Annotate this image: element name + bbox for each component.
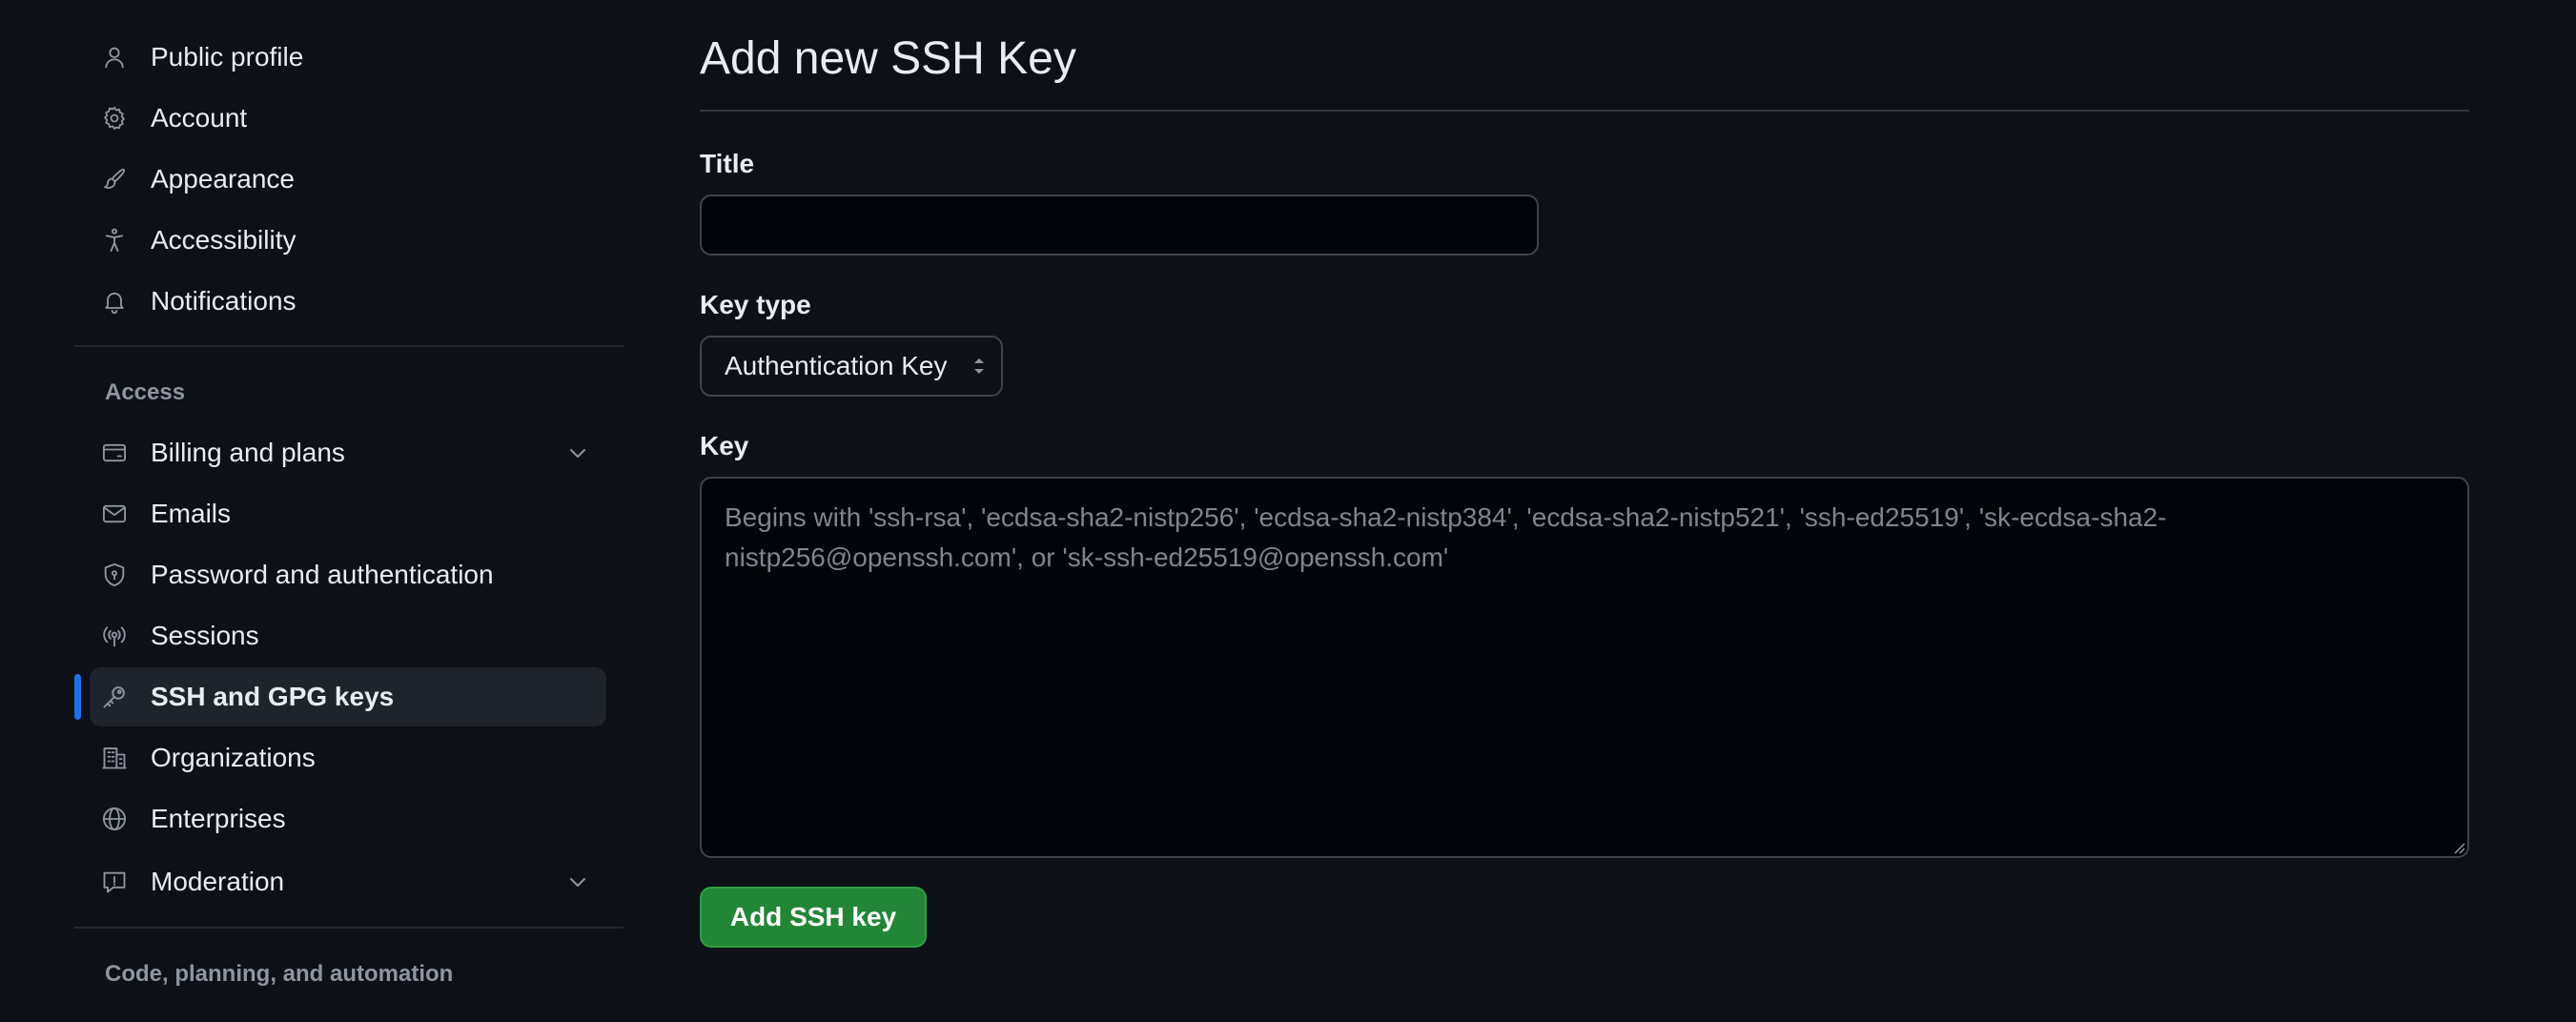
shield-lock-icon (101, 562, 128, 588)
sidebar-divider (74, 927, 624, 929)
title-input[interactable] (700, 194, 1539, 256)
sidebar-item-label: Moderation (151, 867, 285, 896)
key-textarea[interactable]: Begins with 'ssh-rsa', 'ecdsa-sha2-nistp… (700, 477, 2469, 858)
chevron-down-icon[interactable] (566, 870, 589, 893)
sidebar-item-appearance[interactable]: Appearance (90, 150, 606, 209)
bell-icon (101, 288, 128, 315)
person-icon (101, 44, 128, 71)
sidebar-item-account[interactable]: Account (90, 89, 606, 148)
sidebar-item-notifications[interactable]: Notifications (90, 272, 606, 331)
broadcast-icon (101, 623, 128, 649)
sidebar-item-organizations[interactable]: Organizations (90, 728, 606, 787)
sidebar-item-password[interactable]: Password and authentication (90, 545, 606, 604)
sidebar-item-label: Password and authentication (151, 560, 494, 589)
mail-icon (101, 501, 128, 527)
organization-icon (101, 745, 128, 771)
key-type-selected-value: Authentication Key (725, 351, 948, 380)
sidebar-item-billing[interactable]: Billing and plans (90, 423, 606, 482)
accessibility-icon (101, 227, 128, 254)
sidebar-item-label: Public profile (151, 42, 304, 72)
sidebar-item-label: Appearance (151, 164, 296, 194)
sidebar-item-label: Sessions (151, 621, 259, 650)
sidebar-divider (74, 345, 624, 347)
chevron-down-icon[interactable] (566, 441, 589, 464)
sidebar-item-label: Accessibility (151, 225, 296, 255)
credit-card-icon (101, 439, 128, 466)
page-title: Add new SSH Key (700, 33, 1076, 84)
sidebar-item-ssh-gpg-keys[interactable]: SSH and GPG keys (90, 667, 606, 726)
sidebar-item-label: SSH and GPG keys (151, 682, 395, 711)
add-ssh-key-form: Add new SSH Key Title Key type Authentic… (700, 0, 2469, 1022)
report-icon (101, 869, 128, 895)
sidebar-item-public-profile[interactable]: Public profile (90, 28, 606, 87)
add-ssh-key-button[interactable]: Add SSH key (700, 887, 927, 948)
sidebar-section-heading-code: Code, planning, and automation (105, 961, 454, 987)
active-item-indicator (74, 674, 81, 720)
resize-handle-icon[interactable] (2452, 841, 2465, 854)
sidebar-item-emails[interactable]: Emails (90, 484, 606, 543)
sidebar-item-label: Emails (151, 499, 232, 528)
sidebar-section-heading-access: Access (105, 379, 186, 405)
sidebar-item-label: Notifications (151, 286, 296, 316)
gear-icon (101, 105, 128, 132)
sidebar-item-moderation[interactable]: Moderation (90, 852, 606, 911)
key-field-label: Key (700, 431, 749, 460)
settings-sidebar: Public profile Account Appearance Access… (74, 0, 624, 1022)
sidebar-item-label: Organizations (151, 743, 316, 772)
title-field-label: Title (700, 149, 755, 178)
paintbrush-icon (101, 166, 128, 193)
sidebar-item-label: Enterprises (151, 804, 286, 833)
sidebar-item-sessions[interactable]: Sessions (90, 606, 606, 665)
key-type-label: Key type (700, 290, 811, 319)
sidebar-item-label: Billing and plans (151, 438, 345, 467)
globe-icon (101, 806, 128, 832)
sidebar-item-enterprises[interactable]: Enterprises (90, 789, 606, 848)
key-type-select[interactable]: Authentication Key (700, 336, 1003, 397)
sidebar-item-accessibility[interactable]: Accessibility (90, 211, 606, 270)
key-textarea-placeholder: Begins with 'ssh-rsa', 'ecdsa-sha2-nistp… (725, 502, 2167, 572)
select-arrows-icon (971, 353, 988, 379)
sidebar-item-label: Account (151, 103, 248, 133)
key-icon (101, 684, 128, 710)
settings-page: Public profile Account Appearance Access… (0, 0, 2576, 1022)
title-divider (700, 110, 2469, 112)
